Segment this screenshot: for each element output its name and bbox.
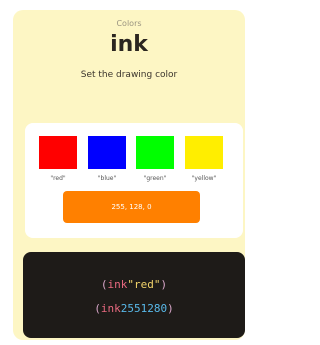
code-line-2: (ink2551280) (23, 302, 245, 315)
swatch-label-blue: "blue" (97, 175, 117, 182)
swatch-red[interactable] (39, 136, 77, 169)
swatch-green[interactable] (136, 136, 174, 169)
swatch-label-red: "red" (50, 175, 66, 182)
rgb-color-button[interactable]: 255, 128, 0 (63, 191, 200, 223)
code-string-arg: "red" (127, 278, 161, 291)
code-line-1: (ink"red") (23, 278, 245, 291)
swatch-blue-group[interactable]: "blue" (88, 136, 126, 182)
code-paren: ( (100, 278, 108, 291)
swatch-yellow[interactable] (185, 136, 223, 169)
code-function: ink (100, 302, 121, 315)
page-title: ink (110, 32, 148, 57)
code-example: (ink"red") (ink2551280) (23, 252, 245, 338)
code-paren: ) (160, 278, 168, 291)
swatch-red-group[interactable]: "red" (39, 136, 77, 182)
code-number-arg: 2551280 (120, 302, 168, 315)
swatch-yellow-group[interactable]: "yellow" (185, 136, 223, 182)
swatch-label-yellow: "yellow" (191, 175, 217, 182)
breadcrumb: Colors (116, 19, 142, 28)
swatch-label-green: "green" (143, 175, 167, 182)
code-paren: ( (94, 302, 101, 315)
code-paren: ) (167, 302, 174, 315)
page-subtitle: Set the drawing color (80, 70, 178, 80)
code-function: ink (107, 278, 128, 291)
swatch-blue[interactable] (88, 136, 126, 169)
swatch-green-group[interactable]: "green" (136, 136, 174, 182)
color-panel: "red" "blue" "green" "yellow" 255, 128, … (25, 123, 243, 238)
